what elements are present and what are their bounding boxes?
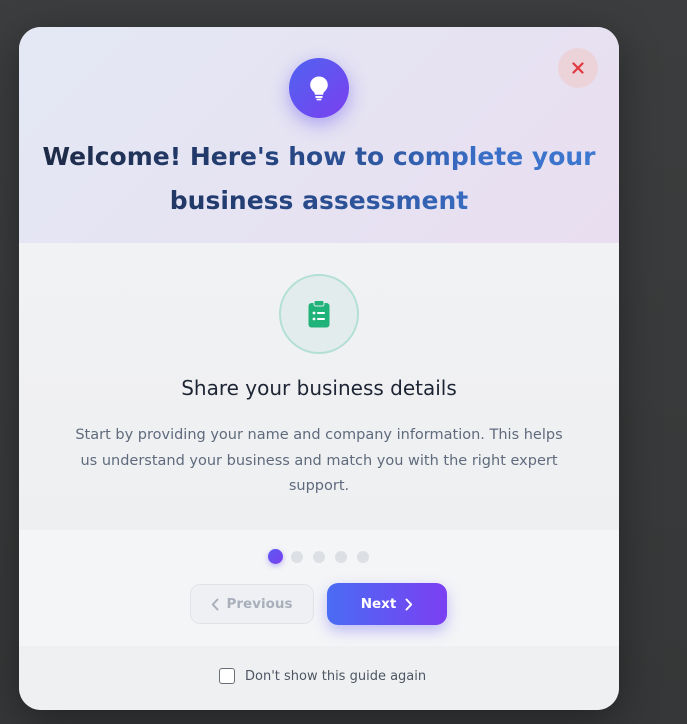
lightbulb-icon bbox=[308, 75, 330, 101]
clipboard-list-icon bbox=[308, 300, 330, 328]
next-button[interactable]: Next bbox=[327, 583, 447, 625]
step-description: Start by providing your name and company… bbox=[75, 427, 563, 494]
onboarding-guide-modal: Welcome! Here's how to complete your bus… bbox=[19, 27, 619, 710]
progress-dot-3[interactable] bbox=[313, 551, 325, 563]
step-icon-badge bbox=[279, 274, 359, 354]
progress-dot-5[interactable] bbox=[357, 551, 369, 563]
progress-dot-1[interactable] bbox=[268, 549, 283, 564]
step-content: Share your business details Start by pro… bbox=[19, 243, 619, 530]
dont-show-again-option[interactable]: Don't show this guide again bbox=[219, 668, 426, 684]
dont-show-again-checkbox[interactable] bbox=[219, 668, 235, 684]
dont-show-again-label: Don't show this guide again bbox=[245, 668, 427, 684]
modal-header: Welcome! Here's how to complete your bus… bbox=[19, 27, 619, 243]
next-button-label: Next bbox=[360, 596, 397, 612]
progress-dot-4[interactable] bbox=[335, 551, 347, 563]
close-button[interactable] bbox=[558, 48, 598, 88]
modal-title: Welcome! Here's how to complete your bus… bbox=[39, 135, 599, 223]
progress-dots bbox=[267, 549, 377, 565]
previous-button-label: Previous bbox=[226, 596, 293, 612]
progress-dot-2[interactable] bbox=[291, 551, 303, 563]
chevron-right-icon bbox=[405, 598, 413, 611]
step-title: Share your business details bbox=[181, 376, 457, 400]
close-icon bbox=[572, 62, 584, 74]
lightbulb-badge bbox=[289, 58, 349, 118]
chevron-left-icon bbox=[211, 598, 219, 611]
previous-button[interactable]: Previous bbox=[190, 584, 314, 624]
modal-footer: Don't show this guide again bbox=[19, 646, 619, 710]
step-navigation: Previous Next bbox=[19, 530, 619, 646]
